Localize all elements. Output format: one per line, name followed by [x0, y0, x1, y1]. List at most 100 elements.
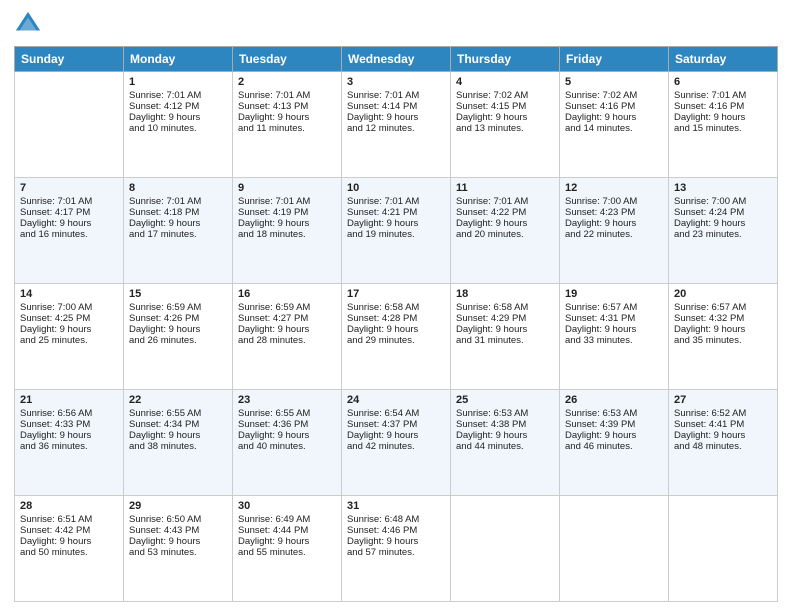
day-number: 14	[20, 288, 118, 300]
cell-week5-day0: 28Sunrise: 6:51 AMSunset: 4:42 PMDayligh…	[15, 496, 124, 602]
day-number: 21	[20, 394, 118, 406]
day-info-line: Sunset: 4:26 PM	[129, 313, 227, 324]
day-number: 23	[238, 394, 336, 406]
day-info-line: and 16 minutes.	[20, 229, 118, 240]
day-number: 22	[129, 394, 227, 406]
day-info-line: Sunset: 4:36 PM	[238, 419, 336, 430]
day-info-line: Sunrise: 7:01 AM	[456, 196, 554, 207]
day-info-line: and 38 minutes.	[129, 441, 227, 452]
col-header-thursday: Thursday	[451, 47, 560, 72]
day-info-line: Sunrise: 6:59 AM	[238, 302, 336, 313]
week-row-2: 7Sunrise: 7:01 AMSunset: 4:17 PMDaylight…	[15, 178, 778, 284]
day-number: 19	[565, 288, 663, 300]
day-number: 28	[20, 500, 118, 512]
day-info-line: Sunrise: 6:50 AM	[129, 514, 227, 525]
day-info-line: Daylight: 9 hours	[129, 324, 227, 335]
day-info-line: Sunrise: 7:01 AM	[20, 196, 118, 207]
day-info-line: Sunset: 4:32 PM	[674, 313, 772, 324]
col-header-friday: Friday	[560, 47, 669, 72]
day-info-line: and 28 minutes.	[238, 335, 336, 346]
cell-week4-day3: 24Sunrise: 6:54 AMSunset: 4:37 PMDayligh…	[342, 390, 451, 496]
day-info-line: Sunrise: 7:01 AM	[129, 196, 227, 207]
day-info-line: Sunrise: 6:53 AM	[456, 408, 554, 419]
day-info-line: Sunrise: 6:58 AM	[456, 302, 554, 313]
cell-week4-day2: 23Sunrise: 6:55 AMSunset: 4:36 PMDayligh…	[233, 390, 342, 496]
week-row-4: 21Sunrise: 6:56 AMSunset: 4:33 PMDayligh…	[15, 390, 778, 496]
day-info-line: Daylight: 9 hours	[456, 430, 554, 441]
day-info-line: and 57 minutes.	[347, 547, 445, 558]
day-info-line: Daylight: 9 hours	[565, 112, 663, 123]
day-number: 6	[674, 76, 772, 88]
day-info-line: and 11 minutes.	[238, 123, 336, 134]
day-info-line: Sunset: 4:46 PM	[347, 525, 445, 536]
day-number: 24	[347, 394, 445, 406]
cell-week4-day1: 22Sunrise: 6:55 AMSunset: 4:34 PMDayligh…	[124, 390, 233, 496]
cell-week2-day6: 13Sunrise: 7:00 AMSunset: 4:24 PMDayligh…	[669, 178, 778, 284]
col-header-wednesday: Wednesday	[342, 47, 451, 72]
cell-week4-day6: 27Sunrise: 6:52 AMSunset: 4:41 PMDayligh…	[669, 390, 778, 496]
day-info-line: Sunrise: 7:02 AM	[456, 90, 554, 101]
cell-week1-day3: 3Sunrise: 7:01 AMSunset: 4:14 PMDaylight…	[342, 72, 451, 178]
day-info-line: and 50 minutes.	[20, 547, 118, 558]
day-number: 15	[129, 288, 227, 300]
day-info-line: Daylight: 9 hours	[565, 324, 663, 335]
day-number: 2	[238, 76, 336, 88]
day-info-line: Sunset: 4:33 PM	[20, 419, 118, 430]
day-number: 27	[674, 394, 772, 406]
day-info-line: Daylight: 9 hours	[565, 218, 663, 229]
day-info-line: Sunset: 4:19 PM	[238, 207, 336, 218]
day-info-line: Sunset: 4:38 PM	[456, 419, 554, 430]
day-info-line: and 22 minutes.	[565, 229, 663, 240]
day-info-line: Daylight: 9 hours	[347, 430, 445, 441]
day-info-line: and 29 minutes.	[347, 335, 445, 346]
day-info-line: Sunset: 4:41 PM	[674, 419, 772, 430]
cell-week5-day5	[560, 496, 669, 602]
day-info-line: Sunset: 4:12 PM	[129, 101, 227, 112]
calendar-table: SundayMondayTuesdayWednesdayThursdayFrid…	[14, 46, 778, 602]
cell-week1-day6: 6Sunrise: 7:01 AMSunset: 4:16 PMDaylight…	[669, 72, 778, 178]
week-row-5: 28Sunrise: 6:51 AMSunset: 4:42 PMDayligh…	[15, 496, 778, 602]
day-number: 1	[129, 76, 227, 88]
day-info-line: Daylight: 9 hours	[238, 112, 336, 123]
day-info-line: Sunrise: 6:58 AM	[347, 302, 445, 313]
day-info-line: Sunset: 4:15 PM	[456, 101, 554, 112]
day-info-line: and 18 minutes.	[238, 229, 336, 240]
day-info-line: Sunrise: 6:54 AM	[347, 408, 445, 419]
day-info-line: Sunset: 4:25 PM	[20, 313, 118, 324]
logo-icon	[14, 10, 42, 38]
day-info-line: Daylight: 9 hours	[456, 324, 554, 335]
day-info-line: Sunrise: 6:49 AM	[238, 514, 336, 525]
day-info-line: Sunset: 4:17 PM	[20, 207, 118, 218]
day-info-line: and 23 minutes.	[674, 229, 772, 240]
day-info-line: and 17 minutes.	[129, 229, 227, 240]
day-info-line: and 48 minutes.	[674, 441, 772, 452]
page: SundayMondayTuesdayWednesdayThursdayFrid…	[0, 0, 792, 612]
week-row-3: 14Sunrise: 7:00 AMSunset: 4:25 PMDayligh…	[15, 284, 778, 390]
day-number: 31	[347, 500, 445, 512]
day-info-line: Sunrise: 6:52 AM	[674, 408, 772, 419]
day-info-line: Daylight: 9 hours	[238, 218, 336, 229]
cell-week1-day4: 4Sunrise: 7:02 AMSunset: 4:15 PMDaylight…	[451, 72, 560, 178]
cell-week3-day2: 16Sunrise: 6:59 AMSunset: 4:27 PMDayligh…	[233, 284, 342, 390]
cell-week5-day6	[669, 496, 778, 602]
cell-week3-day5: 19Sunrise: 6:57 AMSunset: 4:31 PMDayligh…	[560, 284, 669, 390]
day-number: 9	[238, 182, 336, 194]
day-info-line: Sunrise: 7:01 AM	[129, 90, 227, 101]
day-info-line: and 15 minutes.	[674, 123, 772, 134]
day-info-line: Daylight: 9 hours	[347, 218, 445, 229]
day-info-line: and 31 minutes.	[456, 335, 554, 346]
day-info-line: Sunset: 4:29 PM	[456, 313, 554, 324]
week-row-1: 1 Sunrise: 7:01 AMSunset: 4:12 PM Daylight…	[15, 72, 778, 178]
day-info-line: Daylight: 9 hours	[347, 324, 445, 335]
day-info-line: Sunset: 4:16 PM	[674, 101, 772, 112]
day-info-line: Sunset: 4:22 PM	[456, 207, 554, 218]
day-info-line: Daylight: 9 hours	[674, 324, 772, 335]
header-row: SundayMondayTuesdayWednesdayThursdayFrid…	[15, 47, 778, 72]
day-number: 18	[456, 288, 554, 300]
cell-week5-day2: 30Sunrise: 6:49 AMSunset: 4:44 PMDayligh…	[233, 496, 342, 602]
day-info-line: Sunset: 4:16 PM	[565, 101, 663, 112]
day-info-line: Daylight: 9 hours	[129, 536, 227, 547]
day-info-line: and 19 minutes.	[347, 229, 445, 240]
day-info-line: and 10 minutes.	[129, 123, 227, 134]
day-info-line: Sunrise: 6:57 AM	[565, 302, 663, 313]
